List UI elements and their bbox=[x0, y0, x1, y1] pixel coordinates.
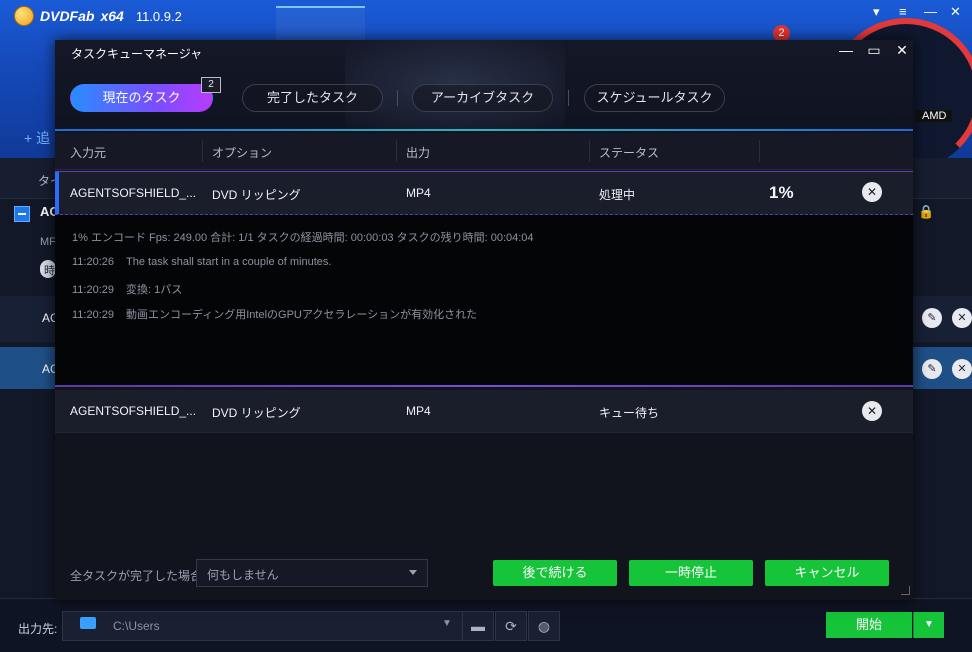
column-divider bbox=[589, 140, 590, 162]
pill-label: 時 bbox=[44, 265, 55, 277]
log-summary: 1% エンコード Fps: 249.00 合計: 1/1 タスクの経過時間: 0… bbox=[72, 232, 534, 244]
chevron-down-icon bbox=[409, 570, 417, 575]
task-row-queued[interactable]: AGENTSOFSHIELD_... DVD リッピング MP4 キュー待ち ✕ bbox=[55, 390, 913, 433]
task-source: AGENTSOFSHIELD_... bbox=[70, 404, 197, 418]
remove-icon[interactable]: ✕ bbox=[952, 308, 972, 328]
log-entry: 11:20:26 The task shall start in a couple… bbox=[72, 256, 331, 268]
modal-close-icon[interactable]: ✕ bbox=[893, 42, 911, 59]
edit-icon[interactable]: ✎ bbox=[922, 308, 942, 328]
modal-minimize-icon[interactable]: — bbox=[837, 42, 855, 58]
log-entry: 11:20:29 変換: 1パス bbox=[72, 281, 182, 297]
tab-separator bbox=[568, 90, 569, 106]
tab-scheduled[interactable]: スケジュールタスク bbox=[584, 84, 725, 112]
folder-icon bbox=[80, 617, 96, 629]
task-progress: 1% bbox=[769, 183, 794, 202]
on-complete-label: 全タスクが完了した場合: bbox=[70, 569, 206, 583]
task-option: DVD リッピング bbox=[212, 406, 301, 420]
task-status: キュー待ち bbox=[599, 406, 660, 420]
column-output: 出力 bbox=[406, 146, 431, 160]
column-divider bbox=[396, 140, 397, 162]
lock-icon[interactable]: 🔒 bbox=[918, 204, 934, 220]
log-time: 11:20:29 bbox=[72, 284, 115, 296]
app-name: DVDFab bbox=[40, 8, 95, 24]
tab-completed[interactable]: 完了したタスク bbox=[242, 84, 383, 112]
column-divider bbox=[759, 140, 760, 162]
log-message: 変換: 1パス bbox=[126, 284, 183, 296]
tab-archived[interactable]: アーカイブタスク bbox=[412, 84, 553, 112]
remove-icon[interactable]: ✕ bbox=[952, 359, 972, 379]
app-close-icon[interactable]: ✕ bbox=[950, 4, 961, 20]
select-checkbox[interactable] bbox=[14, 206, 30, 222]
on-complete-select[interactable]: 何もしません bbox=[196, 559, 428, 587]
column-divider bbox=[202, 140, 203, 162]
task-row-active[interactable]: AGENTSOFSHIELD_... DVD リッピング MP4 処理中 1% … bbox=[55, 171, 913, 215]
log-separator bbox=[55, 385, 913, 387]
resize-grip[interactable] bbox=[901, 586, 910, 595]
tab-current[interactable]: 現在のタスク bbox=[70, 84, 213, 112]
top-tab-active[interactable] bbox=[276, 6, 365, 44]
log-message: 動画エンコーディング用IntelのGPUアクセラレーションが有効化された bbox=[126, 309, 478, 321]
source-meta: MF bbox=[40, 236, 56, 248]
chevron-down-icon[interactable]: ▼ bbox=[442, 618, 452, 629]
minimize-icon[interactable]: — bbox=[924, 4, 937, 19]
modal-title: タスクキューマネージャ bbox=[71, 47, 203, 61]
task-log: 1% エンコード Fps: 249.00 合計: 1/1 タスクの経過時間: 0… bbox=[55, 215, 913, 385]
task-option: DVD リッピング bbox=[212, 188, 301, 202]
globe-icon[interactable]: ◍ bbox=[528, 611, 560, 641]
shirt-icon[interactable]: ▾ bbox=[873, 4, 880, 20]
column-source: 入力元 bbox=[70, 146, 107, 160]
task-output: MP4 bbox=[406, 404, 431, 418]
cancel-button[interactable]: キャンセル bbox=[765, 560, 889, 586]
start-button[interactable]: 開始 bbox=[826, 612, 912, 638]
row-accent bbox=[55, 172, 59, 214]
task-source: AGENTSOFSHIELD_... bbox=[70, 186, 197, 200]
tab-separator bbox=[397, 90, 398, 106]
column-status: ステータス bbox=[599, 146, 660, 160]
menu-icon[interactable]: ≡ bbox=[899, 4, 907, 19]
output-label: 出力先: bbox=[18, 622, 58, 636]
task-status: 処理中 bbox=[599, 188, 636, 202]
edit-icon[interactable]: ✎ bbox=[922, 359, 942, 379]
column-option: オプション bbox=[212, 146, 273, 160]
task-list-empty-area bbox=[55, 433, 913, 553]
app-arch: x64 bbox=[100, 8, 124, 24]
column-header-row: 入力元 オプション 出力 ステータス bbox=[55, 133, 913, 170]
output-path: C:\Users bbox=[113, 619, 160, 633]
pause-button[interactable]: 一時停止 bbox=[629, 560, 753, 586]
cancel-task-icon[interactable]: ✕ bbox=[862, 401, 882, 421]
log-entry: 11:20:29 動画エンコーディング用IntelのGPUアクセラレーションが有効… bbox=[72, 306, 477, 322]
logo-icon bbox=[14, 6, 34, 26]
task-output: MP4 bbox=[406, 186, 431, 200]
gauge-label: AMD bbox=[916, 110, 953, 122]
app-logo: DVDFab x64 11.0.9.2 bbox=[14, 6, 182, 26]
modal-maximize-icon[interactable]: ▭ bbox=[865, 42, 883, 59]
refresh-icon[interactable]: ⟳ bbox=[495, 611, 527, 641]
log-time: 11:20:29 bbox=[72, 309, 115, 321]
source-pill[interactable]: 時 bbox=[40, 260, 56, 278]
start-dropdown-icon[interactable]: ▼ bbox=[913, 612, 944, 638]
header-accent-line bbox=[55, 129, 913, 131]
on-complete-value: 何もしません bbox=[207, 568, 279, 582]
app-version: 11.0.9.2 bbox=[135, 8, 182, 24]
continue-later-button[interactable]: 後で続ける bbox=[493, 560, 617, 586]
browse-folder-icon[interactable]: ▬ bbox=[462, 611, 494, 641]
current-task-count: 2 bbox=[201, 77, 221, 93]
task-queue-modal: タスクキューマネージャ — ▭ ✕ 現在のタスク 2 完了したタスク アーカイブ… bbox=[55, 40, 913, 600]
log-time: 11:20:26 bbox=[72, 256, 115, 268]
log-message: The task shall start in a couple of minu… bbox=[126, 256, 332, 268]
cancel-task-icon[interactable]: ✕ bbox=[862, 182, 882, 202]
add-source-button[interactable]: + 追 bbox=[24, 128, 50, 148]
